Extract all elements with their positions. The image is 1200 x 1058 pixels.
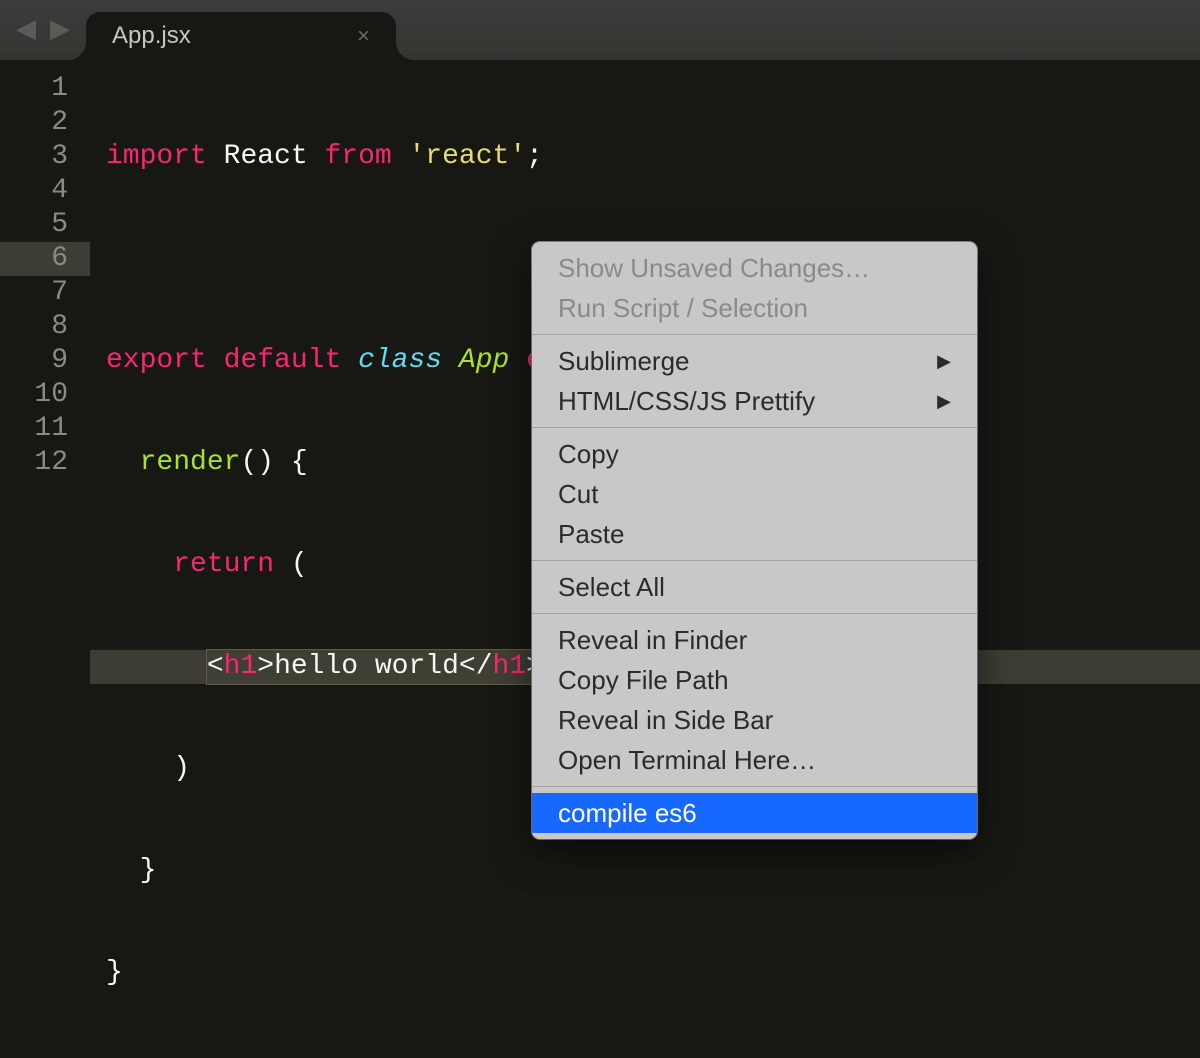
menu-separator [532, 613, 977, 614]
line-number: 3 [0, 140, 90, 174]
menu-separator [532, 560, 977, 561]
line-number: 9 [0, 344, 90, 378]
menu-copy-file-path[interactable]: Copy File Path [532, 660, 977, 700]
line-number-active: 6 [0, 242, 90, 276]
menu-separator [532, 427, 977, 428]
menu-prettify[interactable]: HTML/CSS/JS Prettify▶ [532, 381, 977, 421]
context-menu: Show Unsaved Changes… Run Script / Selec… [532, 242, 977, 839]
tab-filename: App.jsx [112, 22, 191, 50]
code-line: import React from 'react'; [90, 140, 1200, 174]
file-tab[interactable]: App.jsx × [86, 12, 396, 60]
nav-back-icon[interactable]: ◀ [16, 17, 36, 43]
submenu-arrow-icon: ▶ [937, 351, 951, 372]
line-number: 7 [0, 276, 90, 310]
menu-compile-es6[interactable]: compile es6 [532, 793, 977, 833]
line-number: 8 [0, 310, 90, 344]
menu-separator [532, 786, 977, 787]
submenu-arrow-icon: ▶ [937, 391, 951, 412]
line-number: 10 [0, 378, 90, 412]
menu-sublimerge[interactable]: Sublimerge▶ [532, 341, 977, 381]
line-number: 4 [0, 174, 90, 208]
tab-bar: ◀ ▶ App.jsx × [0, 0, 1200, 60]
menu-cut[interactable]: Cut [532, 474, 977, 514]
menu-run-script: Run Script / Selection [532, 288, 977, 328]
menu-separator [532, 334, 977, 335]
nav-arrows: ◀ ▶ [0, 17, 86, 43]
menu-select-all[interactable]: Select All [532, 567, 977, 607]
nav-forward-icon[interactable]: ▶ [50, 17, 70, 43]
line-number: 1 [0, 72, 90, 106]
line-number: 5 [0, 208, 90, 242]
code-line: } [90, 956, 1200, 990]
menu-show-unsaved: Show Unsaved Changes… [532, 248, 977, 288]
menu-copy[interactable]: Copy [532, 434, 977, 474]
line-number: 2 [0, 106, 90, 140]
menu-reveal-sidebar[interactable]: Reveal in Side Bar [532, 700, 977, 740]
menu-open-terminal[interactable]: Open Terminal Here… [532, 740, 977, 780]
line-number: 11 [0, 412, 90, 446]
menu-reveal-finder[interactable]: Reveal in Finder [532, 620, 977, 660]
line-number: 12 [0, 446, 90, 480]
code-line: } [90, 854, 1200, 888]
line-gutter: 1 2 3 4 5 6 7 8 9 10 11 12 [0, 60, 90, 996]
close-tab-icon[interactable]: × [357, 23, 370, 49]
menu-paste[interactable]: Paste [532, 514, 977, 554]
